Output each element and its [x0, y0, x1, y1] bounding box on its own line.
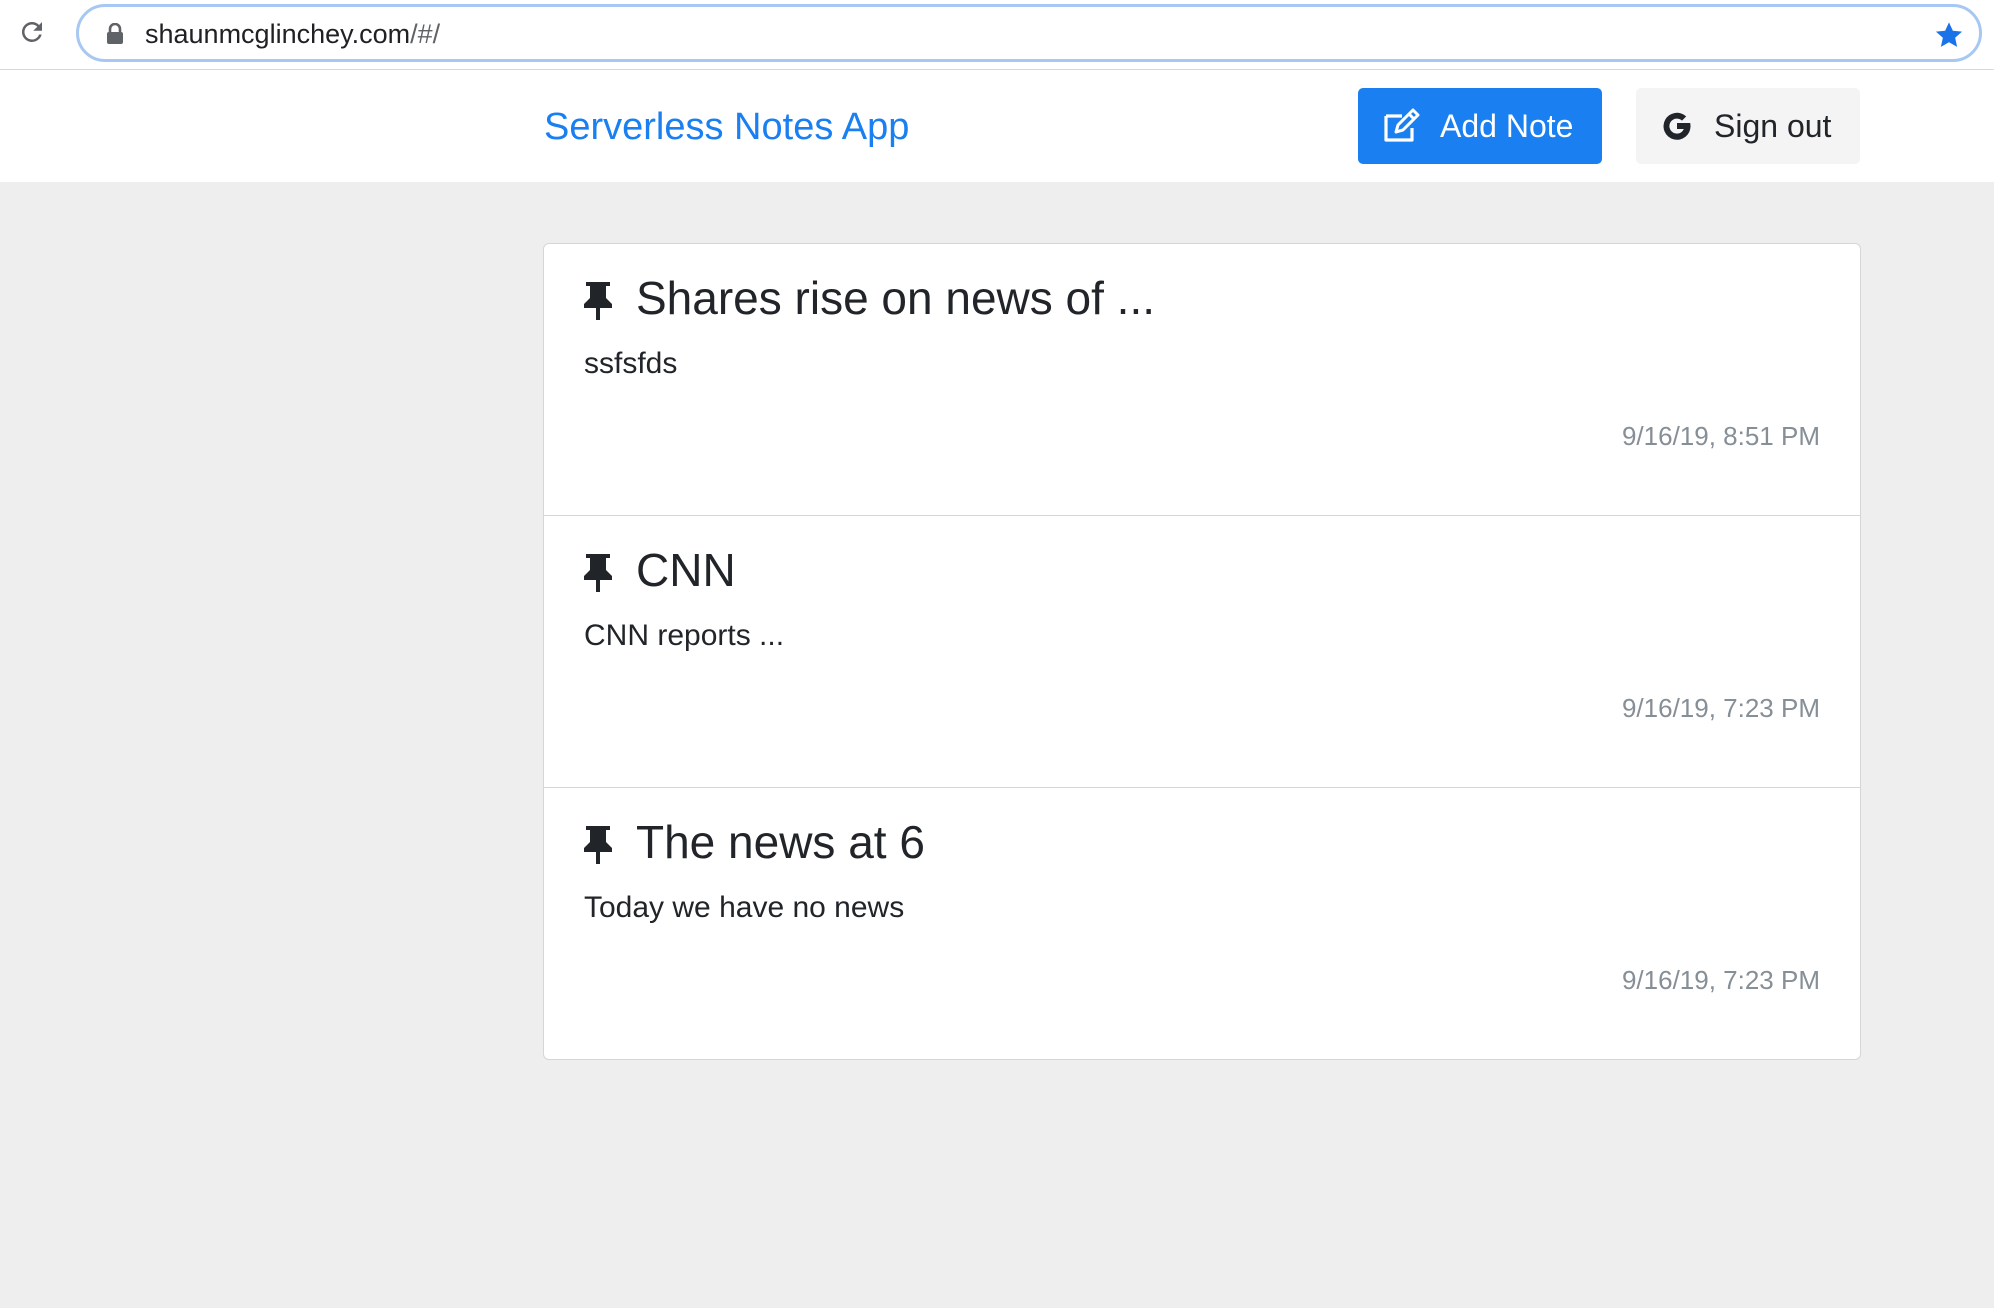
- url-path: /#/: [410, 19, 441, 49]
- note-title: Shares rise on news of ...: [636, 272, 1156, 324]
- brand-link[interactable]: Serverless Notes App: [544, 104, 909, 150]
- note-body: Today we have no news: [584, 891, 905, 924]
- reload-icon[interactable]: [16, 16, 48, 48]
- note-body: CNN reports ...: [584, 619, 785, 652]
- note-title: The news at 6: [636, 816, 925, 868]
- note-timestamp: 9/16/19, 8:51 PM: [1621, 421, 1820, 451]
- address-bar[interactable]: shaunmcglinchey.com/#/: [76, 4, 1982, 62]
- note-item[interactable]: The news at 6 Today we have no news 9/16…: [544, 788, 1860, 1059]
- notes-list: Shares rise on news of ... ssfsfds 9/16/…: [543, 243, 1861, 1060]
- note-timestamp: 9/16/19, 7:23 PM: [1621, 693, 1820, 723]
- note-item[interactable]: Shares rise on news of ... ssfsfds 9/16/…: [544, 244, 1860, 516]
- sign-out-label: Sign out: [1714, 108, 1832, 144]
- note-body: ssfsfds: [584, 347, 678, 380]
- app-navbar: Serverless Notes App Add Note Sign out: [0, 70, 1994, 182]
- bookmark-star-icon[interactable]: [1933, 19, 1965, 51]
- sign-out-button[interactable]: Sign out: [1636, 88, 1860, 164]
- note-timestamp: 9/16/19, 7:23 PM: [1621, 965, 1820, 995]
- browser-toolbar: shaunmcglinchey.com/#/: [0, 0, 1994, 70]
- add-note-label: Add Note: [1440, 108, 1574, 144]
- pin-icon: [582, 280, 614, 320]
- add-note-button[interactable]: Add Note: [1358, 88, 1602, 164]
- pin-icon: [582, 552, 614, 592]
- lock-icon[interactable]: [105, 22, 125, 45]
- url-text[interactable]: shaunmcglinchey.com/#/: [145, 19, 440, 49]
- url-host: shaunmcglinchey.com: [145, 19, 411, 49]
- google-icon: [1660, 109, 1694, 143]
- pin-icon: [582, 824, 614, 864]
- edit-icon: [1382, 108, 1422, 144]
- note-item[interactable]: CNN CNN reports ... 9/16/19, 7:23 PM: [544, 516, 1860, 788]
- note-title: CNN: [636, 544, 736, 596]
